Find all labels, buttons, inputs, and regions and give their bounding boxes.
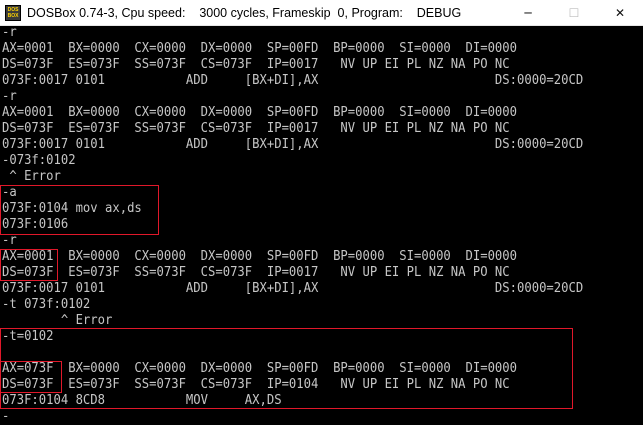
console-line: -073f:0102 bbox=[2, 153, 76, 168]
console-line: AX=0001 BX=0000 CX=0000 DX=0000 SP=00FD … bbox=[2, 105, 518, 120]
console-line: 073F:0017 0101 ADD [BX+DI],AX DS:0000=20… bbox=[2, 73, 584, 88]
close-button[interactable]: ✕ bbox=[597, 0, 643, 25]
console-line: DS=073F ES=073F SS=073F CS=073F IP=0017 … bbox=[2, 121, 510, 136]
console-line: -t 073f:0102 bbox=[2, 297, 91, 312]
highlight-box-assemble bbox=[0, 185, 159, 235]
dosbox-app-icon[interactable]: DOS BOX bbox=[5, 4, 21, 21]
console-line: ^ Error bbox=[2, 313, 113, 328]
console-line: -r bbox=[2, 89, 17, 104]
console-line: AX=0001 BX=0000 CX=0000 DX=0000 SP=00FD … bbox=[2, 249, 518, 264]
console-line: - bbox=[2, 409, 10, 424]
minimize-button[interactable]: ─ bbox=[505, 0, 551, 25]
console-line: DS=073F ES=073F SS=073F CS=073F IP=0017 … bbox=[2, 57, 510, 72]
highlight-box-trace bbox=[0, 328, 573, 409]
console-line: -r bbox=[2, 233, 17, 248]
console-line: 073F:0017 0101 ADD [BX+DI],AX DS:0000=20… bbox=[2, 281, 584, 296]
console-line: AX=0001 BX=0000 CX=0000 DX=0000 SP=00FD … bbox=[2, 41, 518, 56]
highlight-box-registers bbox=[0, 249, 58, 281]
highlight-box-ax-ds bbox=[0, 361, 62, 393]
window-title: DOSBox 0.74-3, Cpu speed: 3000 cycles, F… bbox=[27, 5, 462, 20]
title-bar[interactable]: DOS BOX DOSBox 0.74-3, Cpu speed: 3000 c… bbox=[0, 0, 643, 26]
console-line: DS=073F ES=073F SS=073F CS=073F IP=0017 … bbox=[2, 265, 510, 280]
console-line: ^ Error bbox=[2, 169, 61, 184]
window-controls: ─ ☐ ✕ bbox=[505, 0, 643, 25]
dosbox-window: DOS BOX DOSBox 0.74-3, Cpu speed: 3000 c… bbox=[0, 0, 643, 425]
maximize-button[interactable]: ☐ bbox=[551, 0, 597, 25]
console-line: 073F:0017 0101 ADD [BX+DI],AX DS:0000=20… bbox=[2, 137, 584, 152]
dos-console[interactable]: -r AX=0001 BX=0000 CX=0000 DX=0000 SP=00… bbox=[0, 25, 643, 425]
app-icon-text-bottom: BOX bbox=[7, 12, 19, 19]
console-line: -r bbox=[2, 25, 17, 40]
